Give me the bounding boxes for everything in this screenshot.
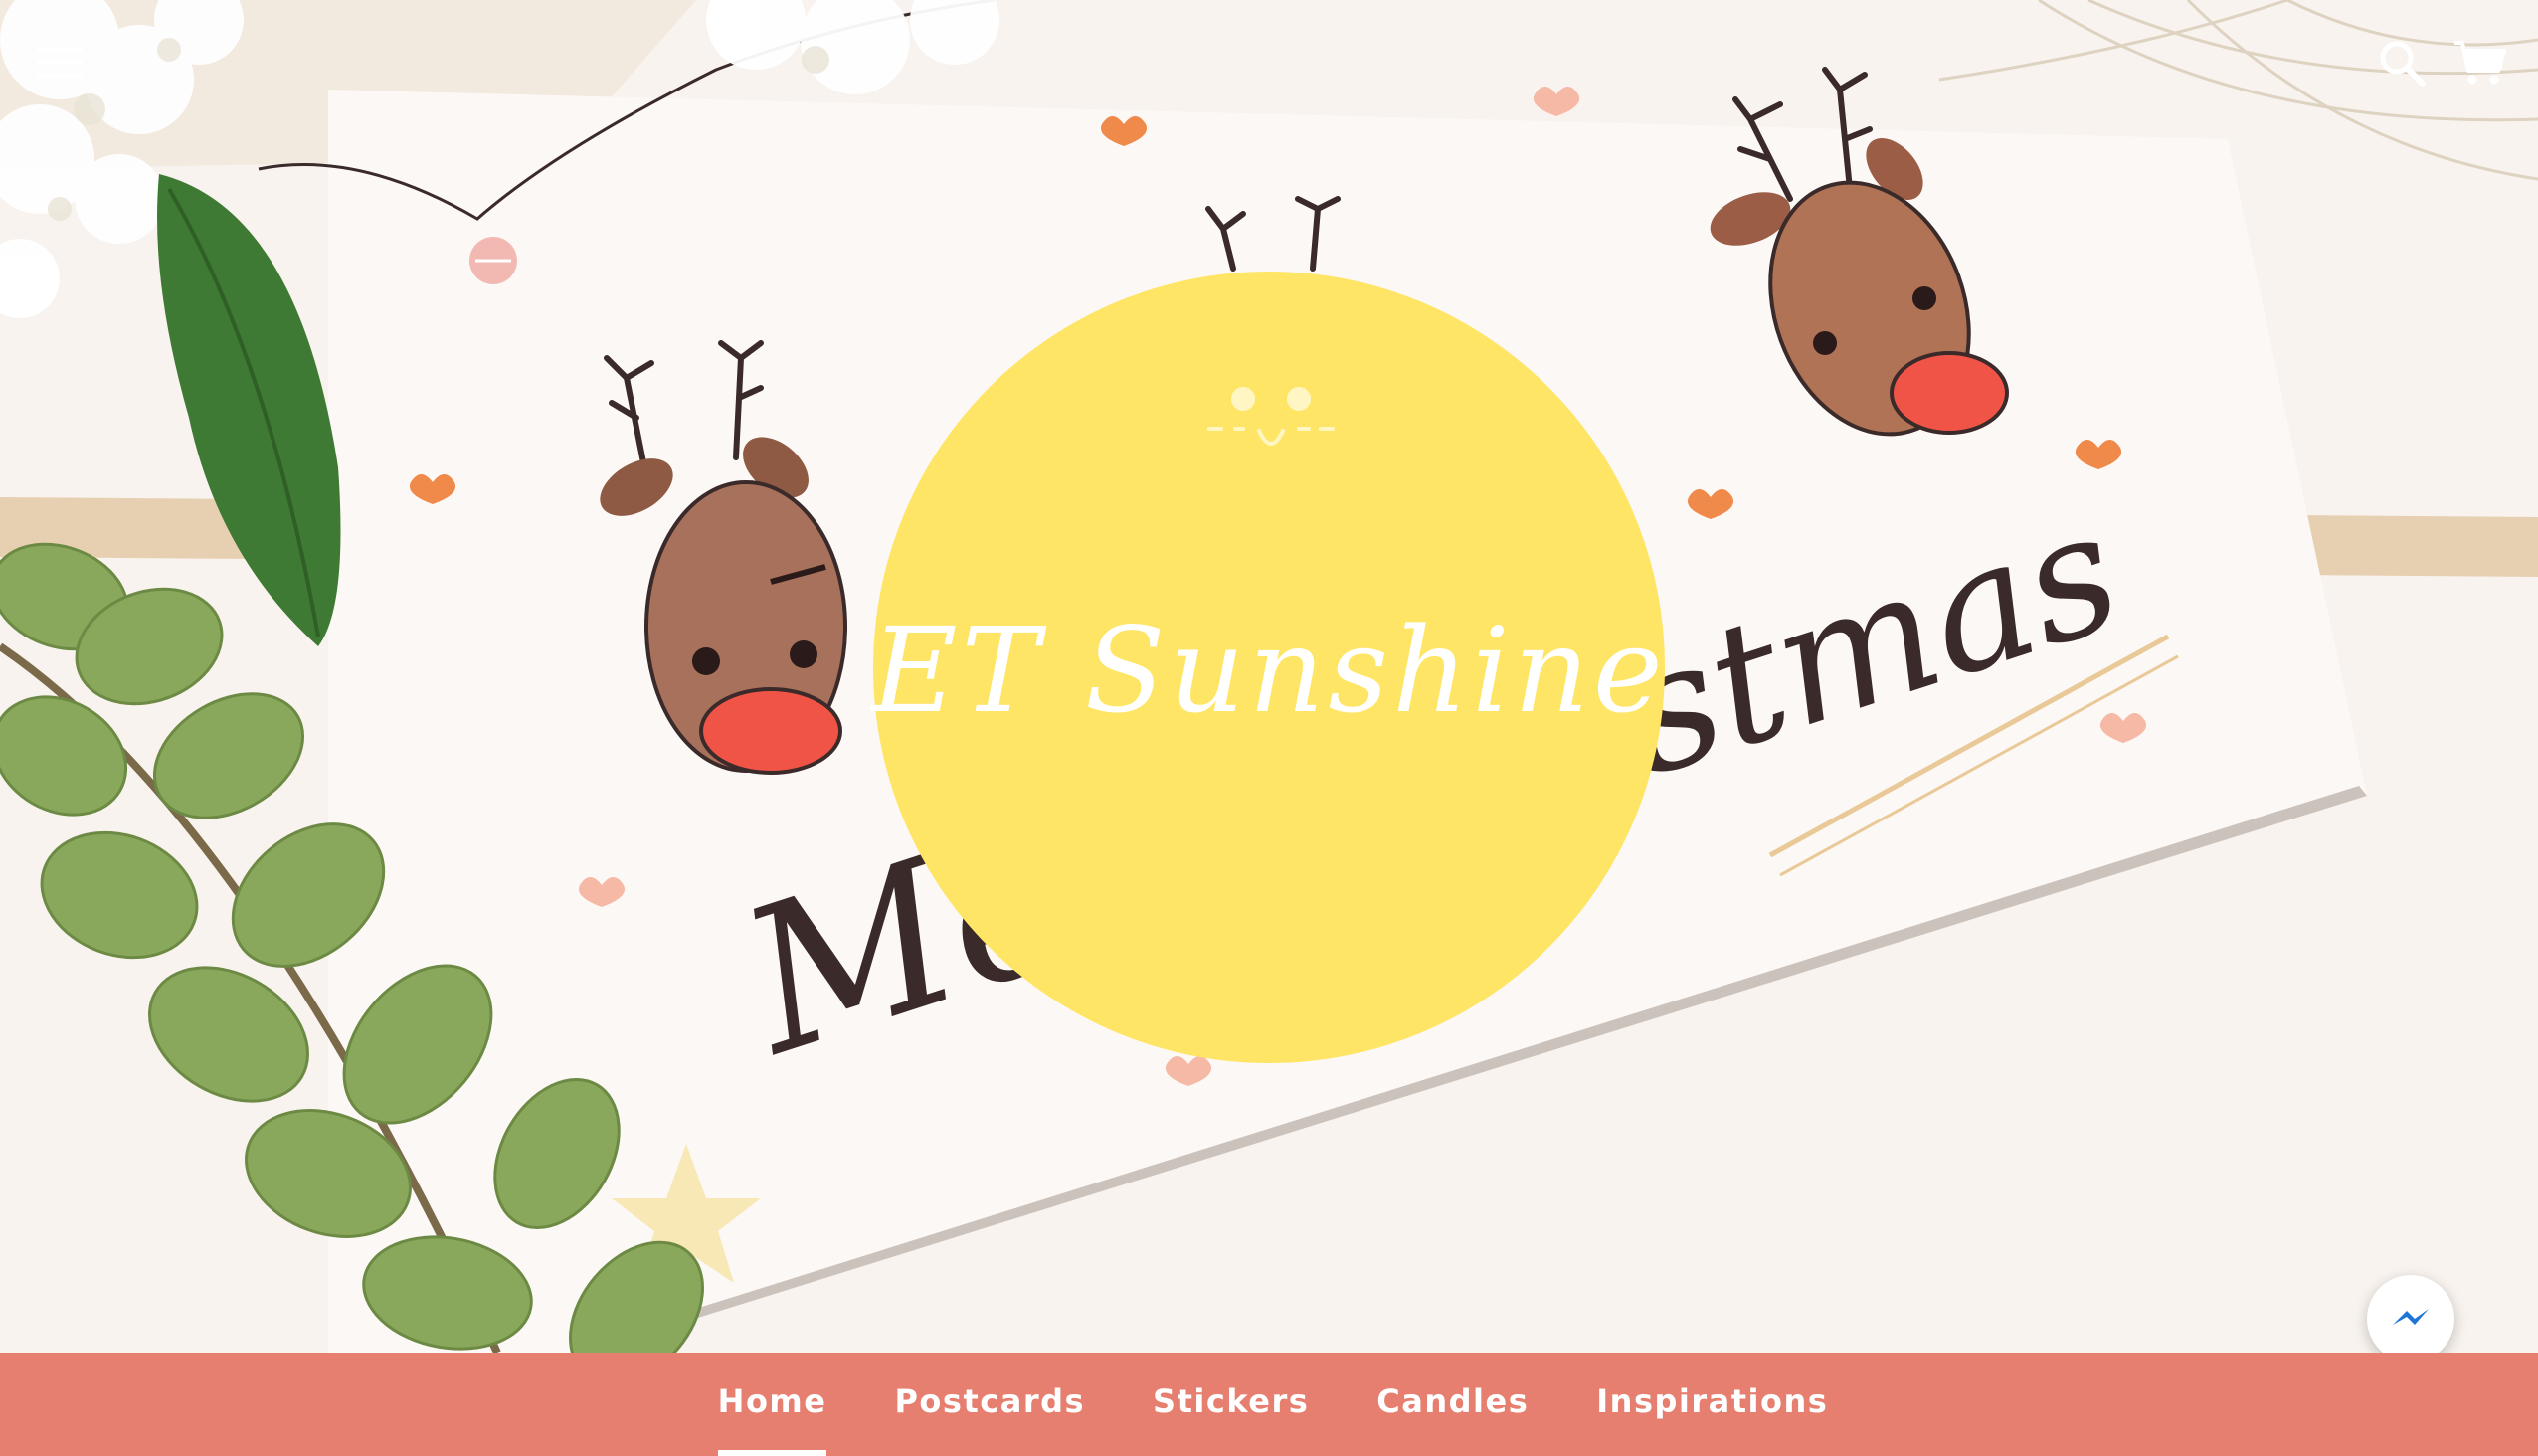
messenger-icon (2386, 1294, 2436, 1345)
page: Me stmas ET Sunshine Home Postcards Stic… (0, 0, 2538, 1456)
smiley-face-icon (1207, 387, 1335, 446)
nav-item-postcards[interactable]: Postcards (894, 1353, 1085, 1456)
hero-banner: Me stmas ET Sunshine (0, 0, 2538, 1353)
nav-list: Home Postcards Stickers Candles Inspirat… (676, 1353, 1863, 1456)
nav-item-home[interactable]: Home (717, 1353, 827, 1456)
nav-item-candles[interactable]: Candles (1376, 1353, 1529, 1456)
main-nav: Home Postcards Stickers Candles Inspirat… (0, 1353, 2538, 1456)
nav-item-stickers[interactable]: Stickers (1153, 1353, 1309, 1456)
search-icon[interactable] (2367, 28, 2437, 97)
hamburger-menu-icon[interactable] (25, 28, 94, 97)
nav-item-inspirations[interactable]: Inspirations (1596, 1353, 1828, 1456)
messenger-chat-button[interactable] (2367, 1275, 2454, 1353)
logo[interactable]: ET Sunshine (871, 272, 1667, 1063)
logo-text: ET Sunshine (871, 602, 1667, 739)
cart-icon[interactable] (2445, 28, 2514, 97)
